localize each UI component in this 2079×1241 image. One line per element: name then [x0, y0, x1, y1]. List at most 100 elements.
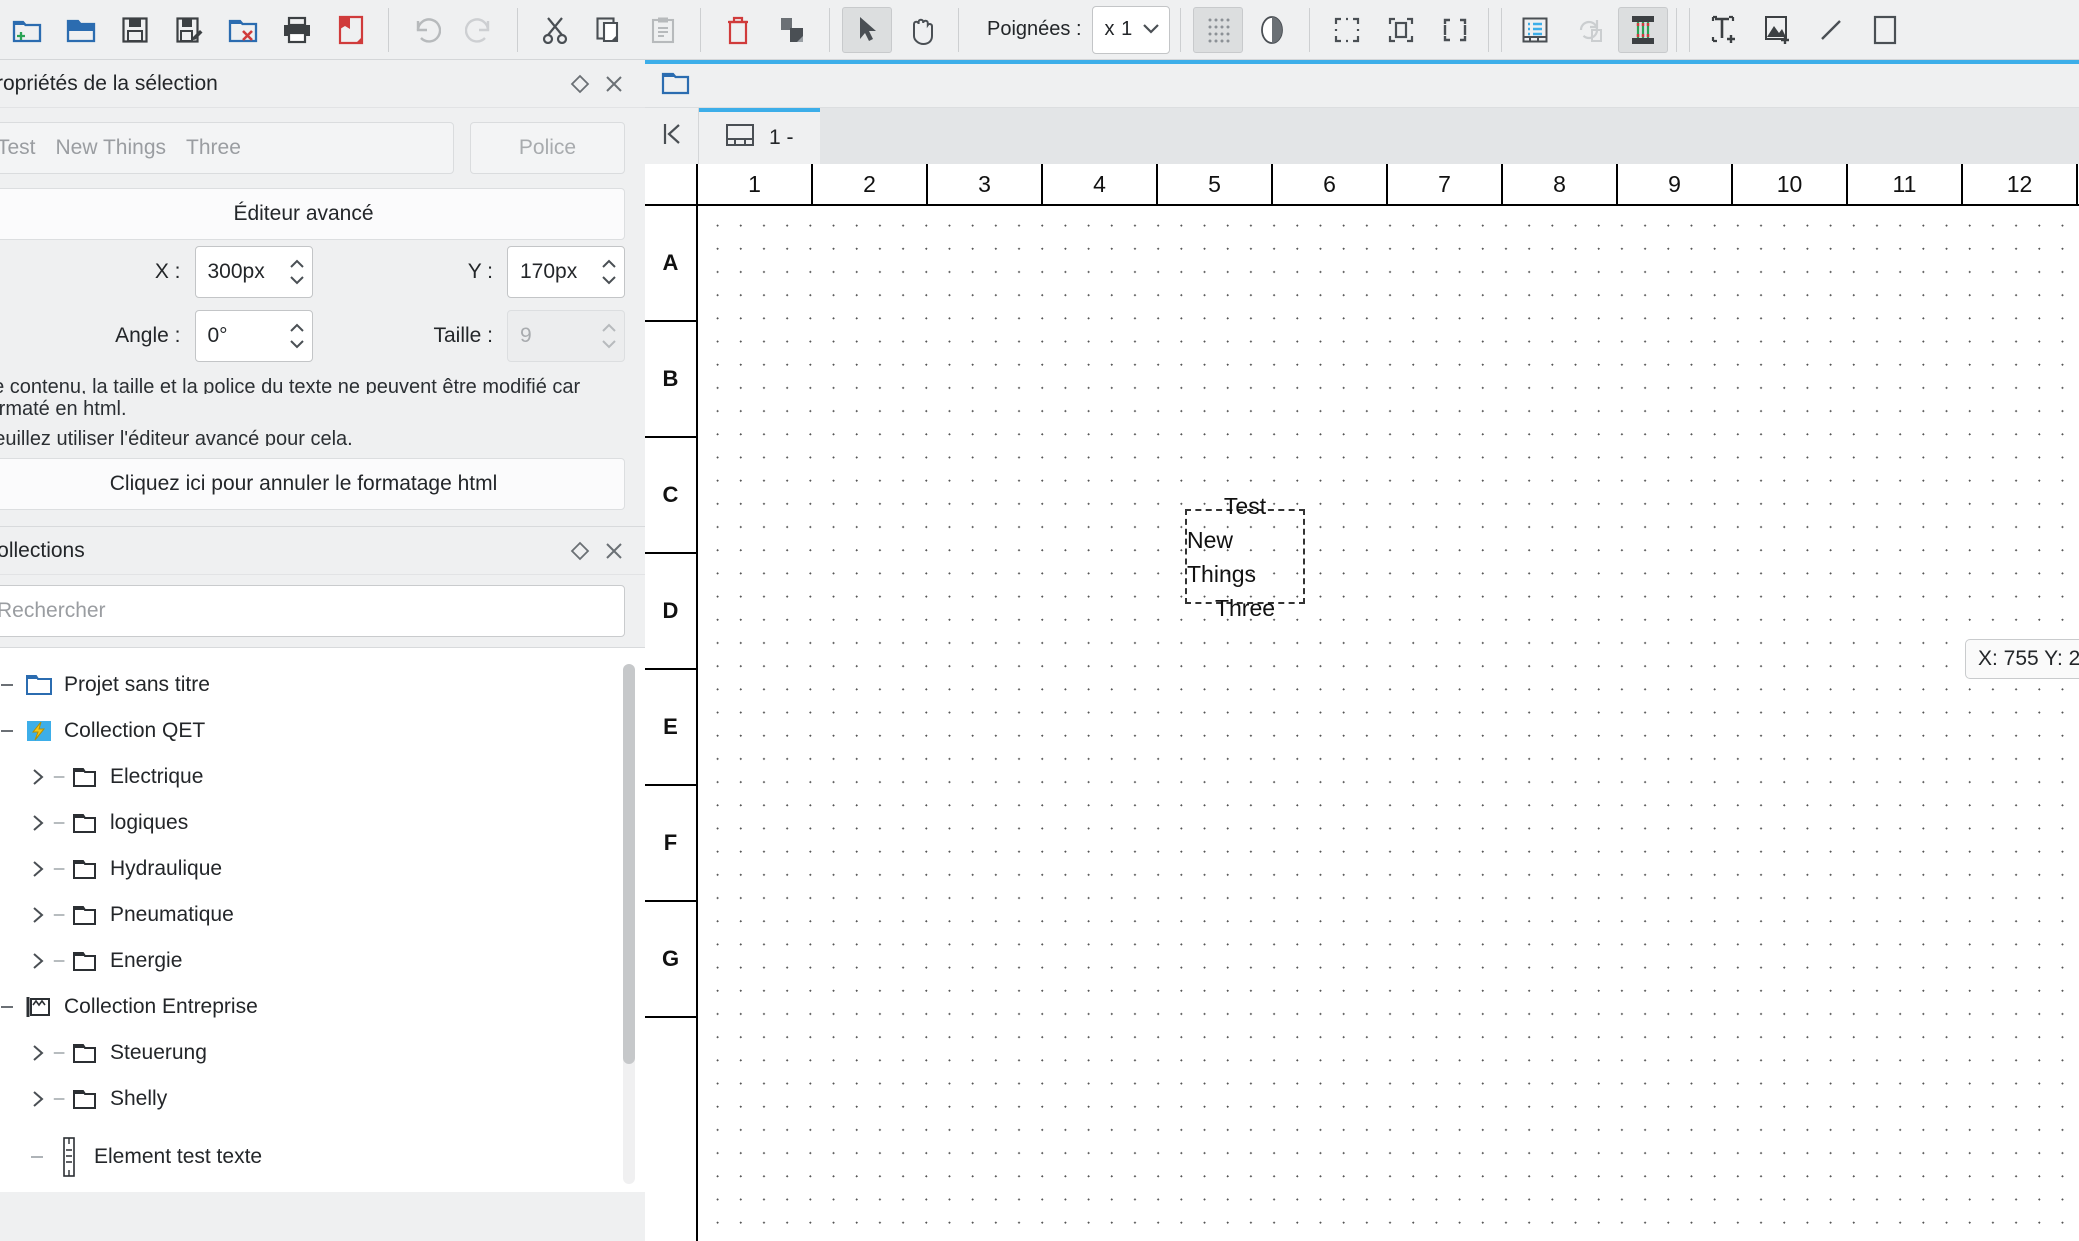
export-pdf-button[interactable]	[326, 7, 376, 53]
column-header: 6	[1273, 164, 1388, 204]
duplicate-button[interactable]	[767, 7, 817, 53]
tree-item[interactable]: Steuerung	[0, 1030, 645, 1076]
first-tab-button[interactable]	[645, 108, 699, 164]
add-rect-button[interactable]	[1860, 7, 1910, 53]
project-folder-icon[interactable]	[661, 70, 691, 101]
redo-button[interactable]	[455, 7, 505, 53]
tree-item[interactable]: Projet sans titre	[0, 662, 645, 708]
expand-arrow-icon[interactable]	[24, 860, 52, 878]
grid-toggle-button[interactable]	[1192, 6, 1243, 53]
add-text-button[interactable]	[1698, 7, 1748, 53]
tree-branch-line	[52, 1090, 68, 1108]
diagram-canvas[interactable]: 1 2 3 4 5 6 7 8 9 10 11 12 ABCDEFG Test New Things …	[645, 164, 2079, 1241]
select-tool-button[interactable]	[842, 6, 892, 53]
delete-button[interactable]	[713, 7, 763, 53]
pan-tool-button[interactable]	[896, 7, 946, 53]
paste-button[interactable]	[638, 7, 688, 53]
save-as-button[interactable]	[164, 7, 214, 53]
tree-item[interactable]: Electrique	[0, 754, 645, 800]
font-button[interactable]: Police	[470, 122, 625, 174]
warning-line-3: Veuillez utiliser l'éditeur avancé pour …	[0, 428, 353, 446]
y-spinbox[interactable]: 170px	[507, 246, 625, 298]
close-icon[interactable]	[597, 67, 631, 101]
expand-arrow-icon[interactable]	[24, 814, 52, 832]
text-element[interactable]: Test New Things Three	[1185, 493, 1305, 621]
collections-scrollbar-thumb[interactable]	[623, 664, 635, 1064]
spin-arrows-icon[interactable]	[288, 259, 306, 285]
close-icon[interactable]	[597, 534, 631, 568]
column-header: 2	[813, 164, 928, 204]
angle-spinbox[interactable]: 0°	[194, 310, 313, 362]
open-project-button[interactable]	[56, 7, 106, 53]
expand-arrow-icon[interactable]	[24, 1090, 52, 1108]
tree-item[interactable]: Collection Entreprise	[0, 984, 645, 1030]
reset-html-format-button[interactable]: Cliquez ici pour annuler le formatage ht…	[0, 458, 625, 510]
tree-item[interactable]: Pneumatique	[0, 892, 645, 938]
collapse-minus-icon[interactable]	[0, 676, 22, 694]
spin-arrows-icon[interactable]	[600, 259, 618, 285]
add-line-icon	[1817, 16, 1845, 44]
select-all-button[interactable]	[1322, 7, 1372, 53]
paste-icon	[650, 16, 676, 44]
collections-tree[interactable]: Projet sans titre Collection QET Electriqu…	[0, 647, 645, 1192]
shade-toggle-button[interactable]	[1247, 7, 1297, 53]
select-none-button[interactable]	[1430, 7, 1480, 53]
save-as-icon	[175, 16, 203, 44]
text-content-field[interactable]: Test New Things Three	[0, 122, 454, 174]
tree-item[interactable]: Hydraulique	[0, 846, 645, 892]
add-image-button[interactable]	[1752, 7, 1802, 53]
x-spinbox[interactable]: 300px	[194, 246, 313, 298]
undo-button[interactable]	[401, 7, 451, 53]
save-button[interactable]	[110, 7, 160, 53]
handles-select[interactable]: x 1	[1091, 5, 1170, 54]
collapse-minus-icon[interactable]	[0, 722, 22, 740]
row-header: G	[645, 902, 696, 1018]
tree-item[interactable]: Collection QET	[0, 708, 645, 754]
history-toolbar-group	[399, 0, 507, 59]
tree-item[interactable]: logiques	[0, 800, 645, 846]
column-header: 3	[928, 164, 1043, 204]
nomenclature-button[interactable]	[1510, 7, 1560, 53]
new-project-button[interactable]	[2, 7, 52, 53]
print-button[interactable]	[272, 7, 322, 53]
expand-arrow-icon[interactable]	[24, 952, 52, 970]
refresh-button[interactable]	[1564, 7, 1614, 53]
add-text-icon	[1709, 15, 1737, 45]
folder-icon	[68, 1087, 102, 1111]
tree-item[interactable]: Shelly	[0, 1076, 645, 1122]
copy-button[interactable]	[584, 7, 634, 53]
terminal-block-button[interactable]	[1617, 6, 1668, 53]
tree-item[interactable]: Energie	[0, 938, 645, 984]
print-icon	[282, 16, 312, 44]
text-and-font-row: Test New Things Three Police	[0, 108, 645, 188]
export-pdf-icon	[338, 15, 364, 45]
add-line-button[interactable]	[1806, 7, 1856, 53]
column-header: 9	[1618, 164, 1733, 204]
toolbar-separator	[1675, 7, 1677, 52]
select-invert-button[interactable]	[1376, 7, 1426, 53]
collections-scrollbar[interactable]	[623, 664, 635, 1184]
column-header: 5	[1158, 164, 1273, 204]
diagram-tab-1[interactable]: 1 -	[699, 108, 820, 164]
folder-icon	[68, 765, 102, 789]
ruler-corner	[645, 164, 698, 204]
text-element-line-3: Three	[1214, 594, 1276, 621]
expand-arrow-icon[interactable]	[24, 1044, 52, 1062]
advanced-editor-button[interactable]: Éditeur avancé	[0, 188, 625, 240]
toolbar-separator	[958, 7, 959, 52]
expand-arrow-icon[interactable]	[24, 768, 52, 786]
expand-arrow-icon[interactable]	[24, 906, 52, 924]
close-project-button[interactable]	[218, 7, 268, 53]
first-tab-icon	[660, 121, 684, 152]
collapse-minus-icon[interactable]	[0, 998, 22, 1016]
float-icon[interactable]	[563, 534, 597, 568]
angle-field-group: Angle : 0°	[0, 310, 313, 362]
float-icon[interactable]	[563, 67, 597, 101]
qet-collection-icon	[22, 719, 56, 743]
spin-arrows-icon[interactable]	[288, 323, 306, 349]
tree-item[interactable]: Element test texte	[0, 1122, 645, 1192]
cut-button[interactable]	[530, 7, 580, 53]
collections-dock-titlebar: Collections	[0, 527, 645, 575]
editor-area: 1 - 1 2 3 4 5 6 7 8 9 10 11 12 ABCDEFG Test New Thi…	[645, 60, 2079, 1241]
collections-search-input[interactable]: Rechercher	[0, 585, 625, 637]
